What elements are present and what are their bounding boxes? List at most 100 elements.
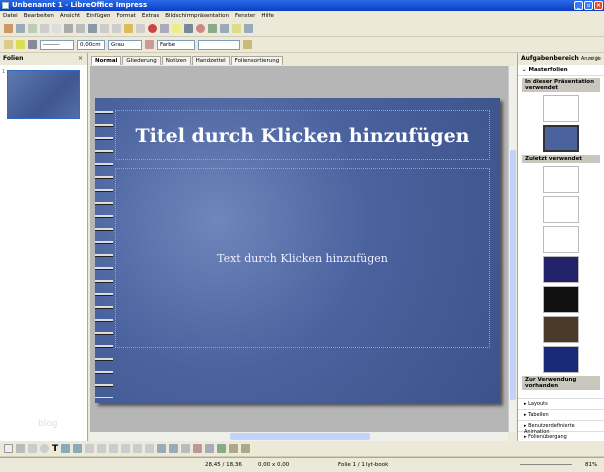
draw-functions-icon[interactable]: [172, 24, 181, 33]
ellipse-icon[interactable]: [40, 444, 49, 453]
menu-hilfe[interactable]: Hilfe: [261, 11, 274, 21]
extrusion-icon[interactable]: [217, 444, 227, 453]
maximize-button[interactable]: ▫: [584, 1, 593, 10]
cut-icon[interactable]: [100, 24, 109, 33]
menu-einfuegen[interactable]: Einfügen: [86, 11, 110, 21]
basic-shapes-icon[interactable]: [85, 444, 95, 453]
master-thumb[interactable]: [543, 166, 579, 193]
zoom-slider[interactable]: [520, 464, 572, 465]
section-animation[interactable]: ▸ Benutzerdefinierte Animation: [518, 420, 604, 435]
close-icon[interactable]: ×: [78, 53, 83, 65]
master-thumb[interactable]: [543, 95, 579, 122]
new-icon[interactable]: [4, 24, 13, 33]
print-icon[interactable]: [76, 24, 85, 33]
open-icon[interactable]: [16, 24, 25, 33]
section-tables[interactable]: ▸ Tabellen: [518, 409, 604, 420]
fontwork-icon[interactable]: [181, 444, 191, 453]
callouts-icon[interactable]: [133, 444, 143, 453]
view-tabs: Normal Gliederung Notizen Handzettel Fol…: [91, 56, 284, 65]
fill-color-select[interactable]: [198, 39, 240, 50]
master-thumb-selected[interactable]: [543, 125, 579, 152]
copy-icon[interactable]: [112, 24, 121, 33]
flowchart-icon[interactable]: [121, 444, 131, 453]
text-icon[interactable]: T: [52, 444, 58, 454]
body-placeholder[interactable]: Text durch Klicken hinzufügen: [115, 168, 490, 348]
arrow-style-icon[interactable]: [28, 40, 37, 49]
line-icon[interactable]: [16, 40, 25, 49]
menu-ansicht[interactable]: Ansicht: [60, 11, 80, 21]
section-available[interactable]: Zur Verwendung vorhanden: [522, 376, 600, 390]
zoom-level[interactable]: 81%: [585, 458, 597, 472]
slide-icon[interactable]: [208, 24, 217, 33]
select-icon[interactable]: [4, 444, 13, 453]
menu-format[interactable]: Format: [117, 11, 136, 21]
menu-bearbeiten[interactable]: Bearbeiten: [24, 11, 54, 21]
menu-bildschirmpraesentation[interactable]: Bildschirmpräsentation: [165, 11, 229, 21]
symbol-shapes-icon[interactable]: [97, 444, 107, 453]
section-recent[interactable]: Zuletzt verwendet: [522, 155, 600, 163]
menu-datei[interactable]: Datei: [3, 11, 18, 21]
connector-icon[interactable]: [73, 444, 83, 453]
master-slides-header[interactable]: ⌄ Masterfolien: [518, 65, 604, 76]
block-arrows-icon[interactable]: [109, 444, 119, 453]
tab-gliederung[interactable]: Gliederung: [122, 56, 161, 65]
points-icon[interactable]: [157, 444, 167, 453]
slide-layout-icon[interactable]: [220, 24, 229, 33]
app-icon: [2, 2, 9, 9]
slide-thumbnail[interactable]: [7, 70, 80, 119]
rectangle-icon[interactable]: [28, 444, 37, 453]
tab-foliensortierung[interactable]: Foliensortierung: [230, 56, 284, 65]
tab-handzettel[interactable]: Handzettel: [191, 56, 230, 65]
edit-icon[interactable]: [52, 24, 61, 33]
area-icon[interactable]: [145, 40, 154, 49]
size-readout: 0,00 x 0,00: [258, 462, 290, 468]
close-icon[interactable]: ▾ ×: [590, 53, 600, 65]
chart-icon[interactable]: [148, 24, 157, 33]
slides-pane-title: Folien: [3, 55, 24, 62]
master-thumb[interactable]: [543, 256, 579, 283]
shadow-icon[interactable]: [243, 40, 252, 49]
master-thumb[interactable]: [543, 286, 579, 313]
pdf-icon[interactable]: [64, 24, 73, 33]
style-icon[interactable]: [4, 40, 13, 49]
master-thumb[interactable]: [543, 226, 579, 253]
slide-show-icon[interactable]: [232, 24, 241, 33]
line-width-field[interactable]: 0,00cm: [77, 39, 105, 50]
save-icon[interactable]: [28, 24, 37, 33]
tab-normal[interactable]: Normal: [91, 56, 122, 65]
display-icon[interactable]: [244, 24, 253, 33]
master-thumb[interactable]: [543, 346, 579, 373]
table-icon[interactable]: [160, 24, 169, 33]
align-icon[interactable]: [229, 444, 239, 453]
curve-icon[interactable]: [61, 444, 71, 453]
section-used[interactable]: In dieser Präsentation verwendet: [522, 78, 600, 92]
gallery-icon[interactable]: [205, 444, 215, 453]
glue-points-icon[interactable]: [169, 444, 179, 453]
line-color-select[interactable]: Grau: [108, 39, 142, 50]
horizontal-scrollbar[interactable]: [90, 432, 508, 441]
navigator-icon[interactable]: [196, 24, 205, 33]
zoom-icon[interactable]: [184, 24, 193, 33]
undo-icon[interactable]: [136, 24, 145, 33]
arrange-icon[interactable]: [241, 444, 251, 453]
from-file-icon[interactable]: [193, 444, 203, 453]
section-layouts[interactable]: ▸ Layouts: [518, 398, 604, 409]
menu-fenster[interactable]: Fenster: [235, 11, 255, 21]
drawing-toolbar: T: [0, 441, 604, 457]
fill-type-select[interactable]: Farbe: [157, 39, 195, 50]
tab-notizen[interactable]: Notizen: [161, 56, 191, 65]
vertical-scrollbar[interactable]: [508, 66, 516, 432]
master-thumb[interactable]: [543, 196, 579, 223]
spellcheck-icon[interactable]: [88, 24, 97, 33]
stars-icon[interactable]: [145, 444, 155, 453]
master-thumb[interactable]: [543, 316, 579, 343]
email-icon[interactable]: [40, 24, 49, 33]
line-style-select[interactable]: ―――: [40, 39, 74, 50]
line-tool-icon[interactable]: [16, 444, 25, 453]
menu-extras[interactable]: Extras: [142, 11, 159, 21]
paste-icon[interactable]: [124, 24, 133, 33]
minimize-button[interactable]: _: [574, 1, 583, 10]
close-button[interactable]: ×: [594, 1, 603, 10]
slide[interactable]: Titel durch Klicken hinzufügen Text durc…: [95, 98, 500, 403]
title-placeholder[interactable]: Titel durch Klicken hinzufügen: [115, 110, 490, 160]
